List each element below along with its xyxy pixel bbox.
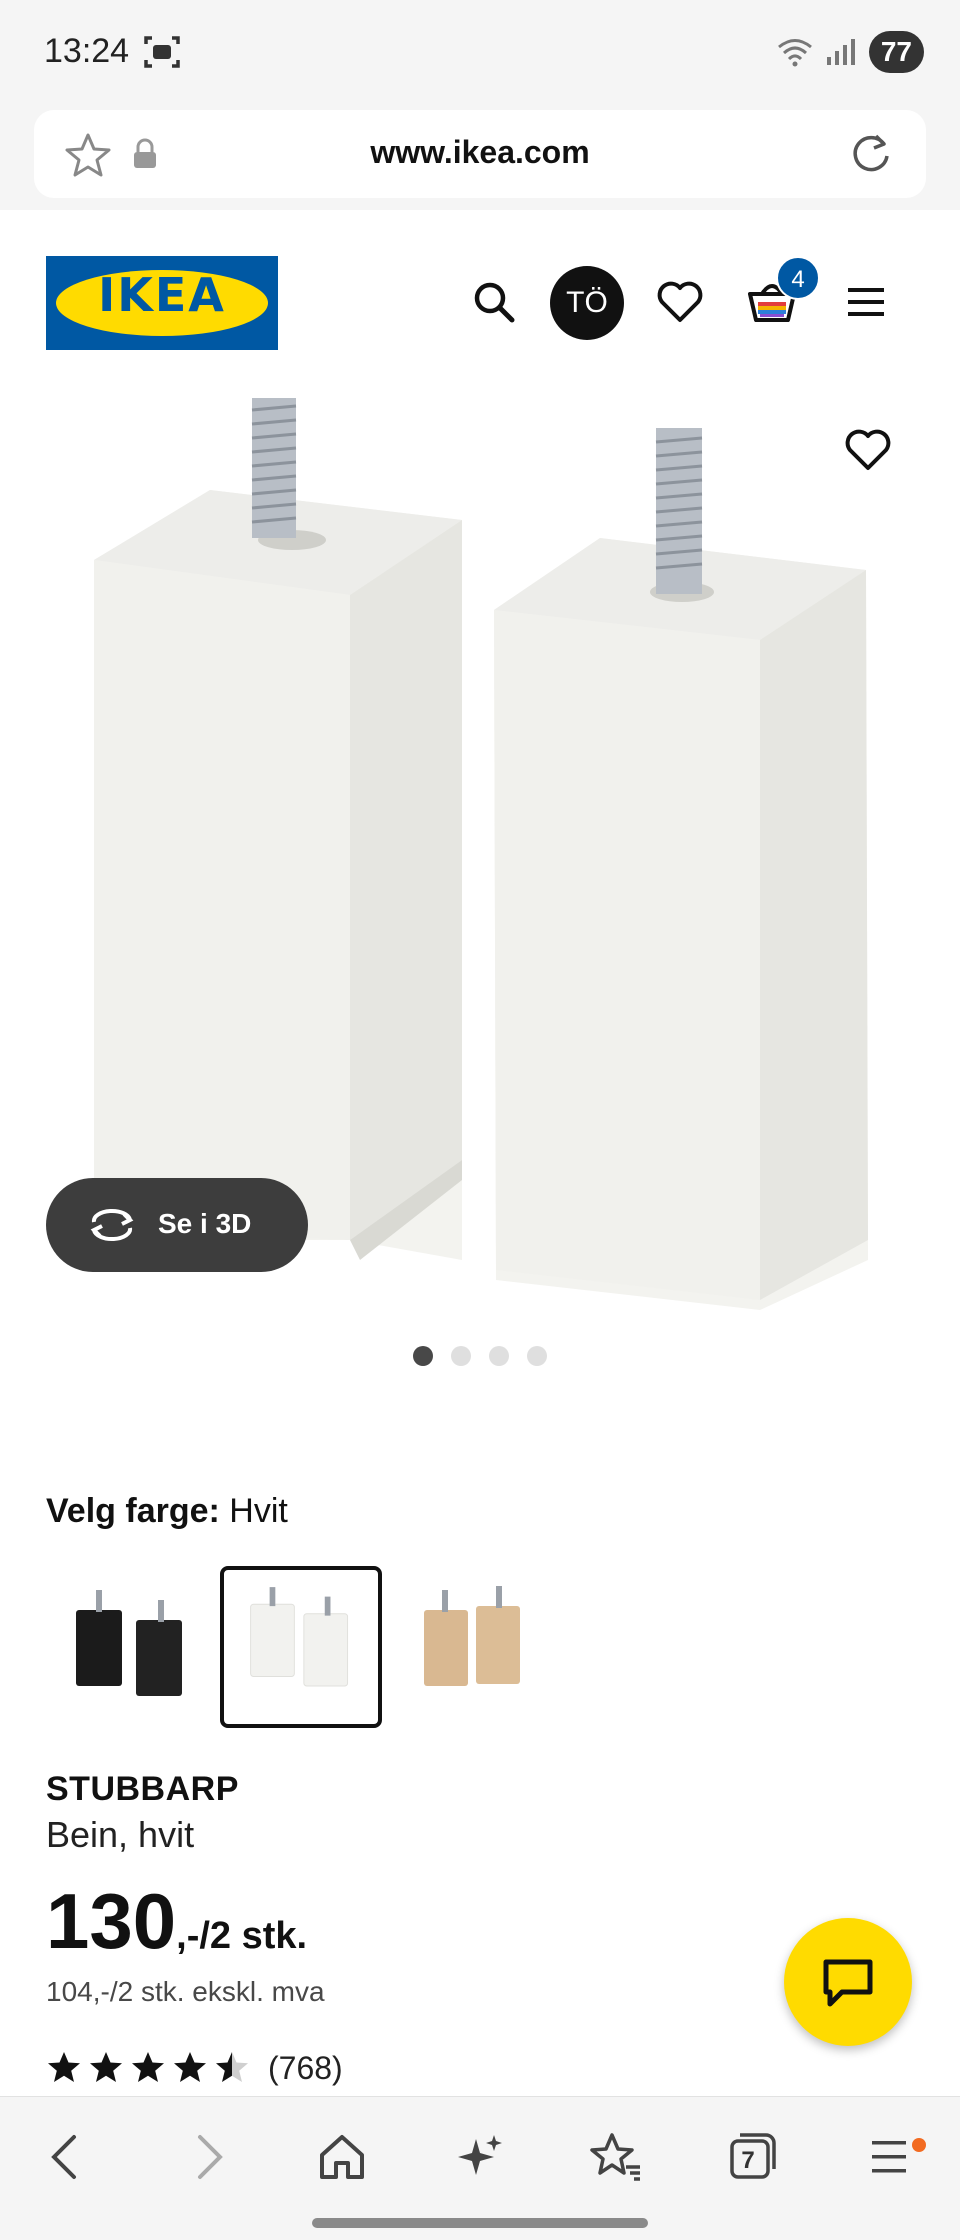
wifi-icon [777, 39, 812, 67]
view-3d-label: Se i 3D [158, 1208, 252, 1239]
forward-icon[interactable] [178, 2127, 238, 2187]
ikea-logo[interactable]: IKEA [46, 256, 278, 350]
logo-text: IKEA [98, 268, 226, 322]
review-count[interactable]: (768) [268, 2050, 343, 2087]
star-rating-icon [174, 2052, 206, 2082]
product-description: Bein, hvit [46, 1814, 195, 1855]
selected-color: Hvit [229, 1492, 288, 1530]
rating-stars[interactable] [46, 2050, 250, 2084]
product-leg-right [494, 428, 868, 1310]
star-rating-icon [48, 2052, 80, 2082]
battery-indicator: 77 [868, 31, 924, 73]
view-3d-button[interactable]: Se i 3D [46, 1178, 308, 1272]
gallery-dot[interactable] [527, 1346, 547, 1366]
status-indicators: 77 [777, 30, 924, 74]
rotate-3d-icon [90, 1208, 134, 1242]
home-icon[interactable] [312, 2127, 372, 2187]
gallery-dot[interactable] [489, 1346, 509, 1366]
tabs-icon[interactable]: 7 [722, 2127, 782, 2187]
color-label-prefix: Velg farge: [46, 1492, 220, 1530]
heart-icon[interactable] [656, 280, 704, 324]
status-time: 13:24 [44, 32, 130, 70]
home-indicator[interactable] [312, 2218, 648, 2228]
star-rating-icon [132, 2052, 164, 2082]
signal-icon [826, 39, 855, 65]
save-favorite-icon[interactable] [844, 428, 892, 472]
gallery-pagination [0, 1346, 960, 1366]
color-option-birch[interactable] [392, 1566, 554, 1728]
menu-icon[interactable] [862, 2127, 922, 2187]
product-leg-left [94, 398, 462, 1260]
chat-button[interactable] [784, 1918, 912, 2046]
status-bar: 13:24 77 [0, 0, 960, 104]
price-ex-vat: 104,-/2 stk. ekskl. mva [46, 1976, 325, 2007]
star-rating-icon [90, 2052, 122, 2082]
url-text[interactable]: www.ikea.com [34, 134, 926, 171]
cart-count-badge: 4 [776, 256, 820, 300]
tab-count: 7 [741, 2147, 755, 2174]
color-option-white[interactable] [220, 1566, 382, 1728]
sparkle-icon[interactable] [450, 2127, 510, 2187]
price-suffix: ,-/2 stk. [176, 1915, 308, 1957]
price-main: 130 [46, 1877, 177, 1965]
gallery-dot[interactable] [451, 1346, 471, 1366]
browser-toolbar: www.ikea.com [0, 104, 960, 210]
user-avatar-button[interactable]: TÖ [550, 266, 624, 340]
gallery-dot[interactable] [413, 1346, 433, 1366]
color-option-black[interactable] [54, 1566, 216, 1728]
notification-dot [912, 2138, 926, 2152]
back-icon[interactable] [36, 2127, 96, 2187]
chat-icon [823, 1959, 873, 2007]
screen-capture-icon [144, 36, 180, 68]
product-price: 130,-/2 stk. [46, 1876, 307, 1967]
star-rating-icon [216, 2052, 248, 2082]
product-name: STUBBARP [46, 1770, 239, 1808]
menu-icon[interactable] [846, 284, 886, 320]
address-bar[interactable]: www.ikea.com [34, 110, 926, 198]
search-icon[interactable] [470, 278, 518, 326]
color-picker-label: Velg farge: Hvit [46, 1492, 288, 1531]
reload-icon[interactable] [846, 130, 896, 180]
favorites-icon[interactable] [586, 2127, 646, 2187]
